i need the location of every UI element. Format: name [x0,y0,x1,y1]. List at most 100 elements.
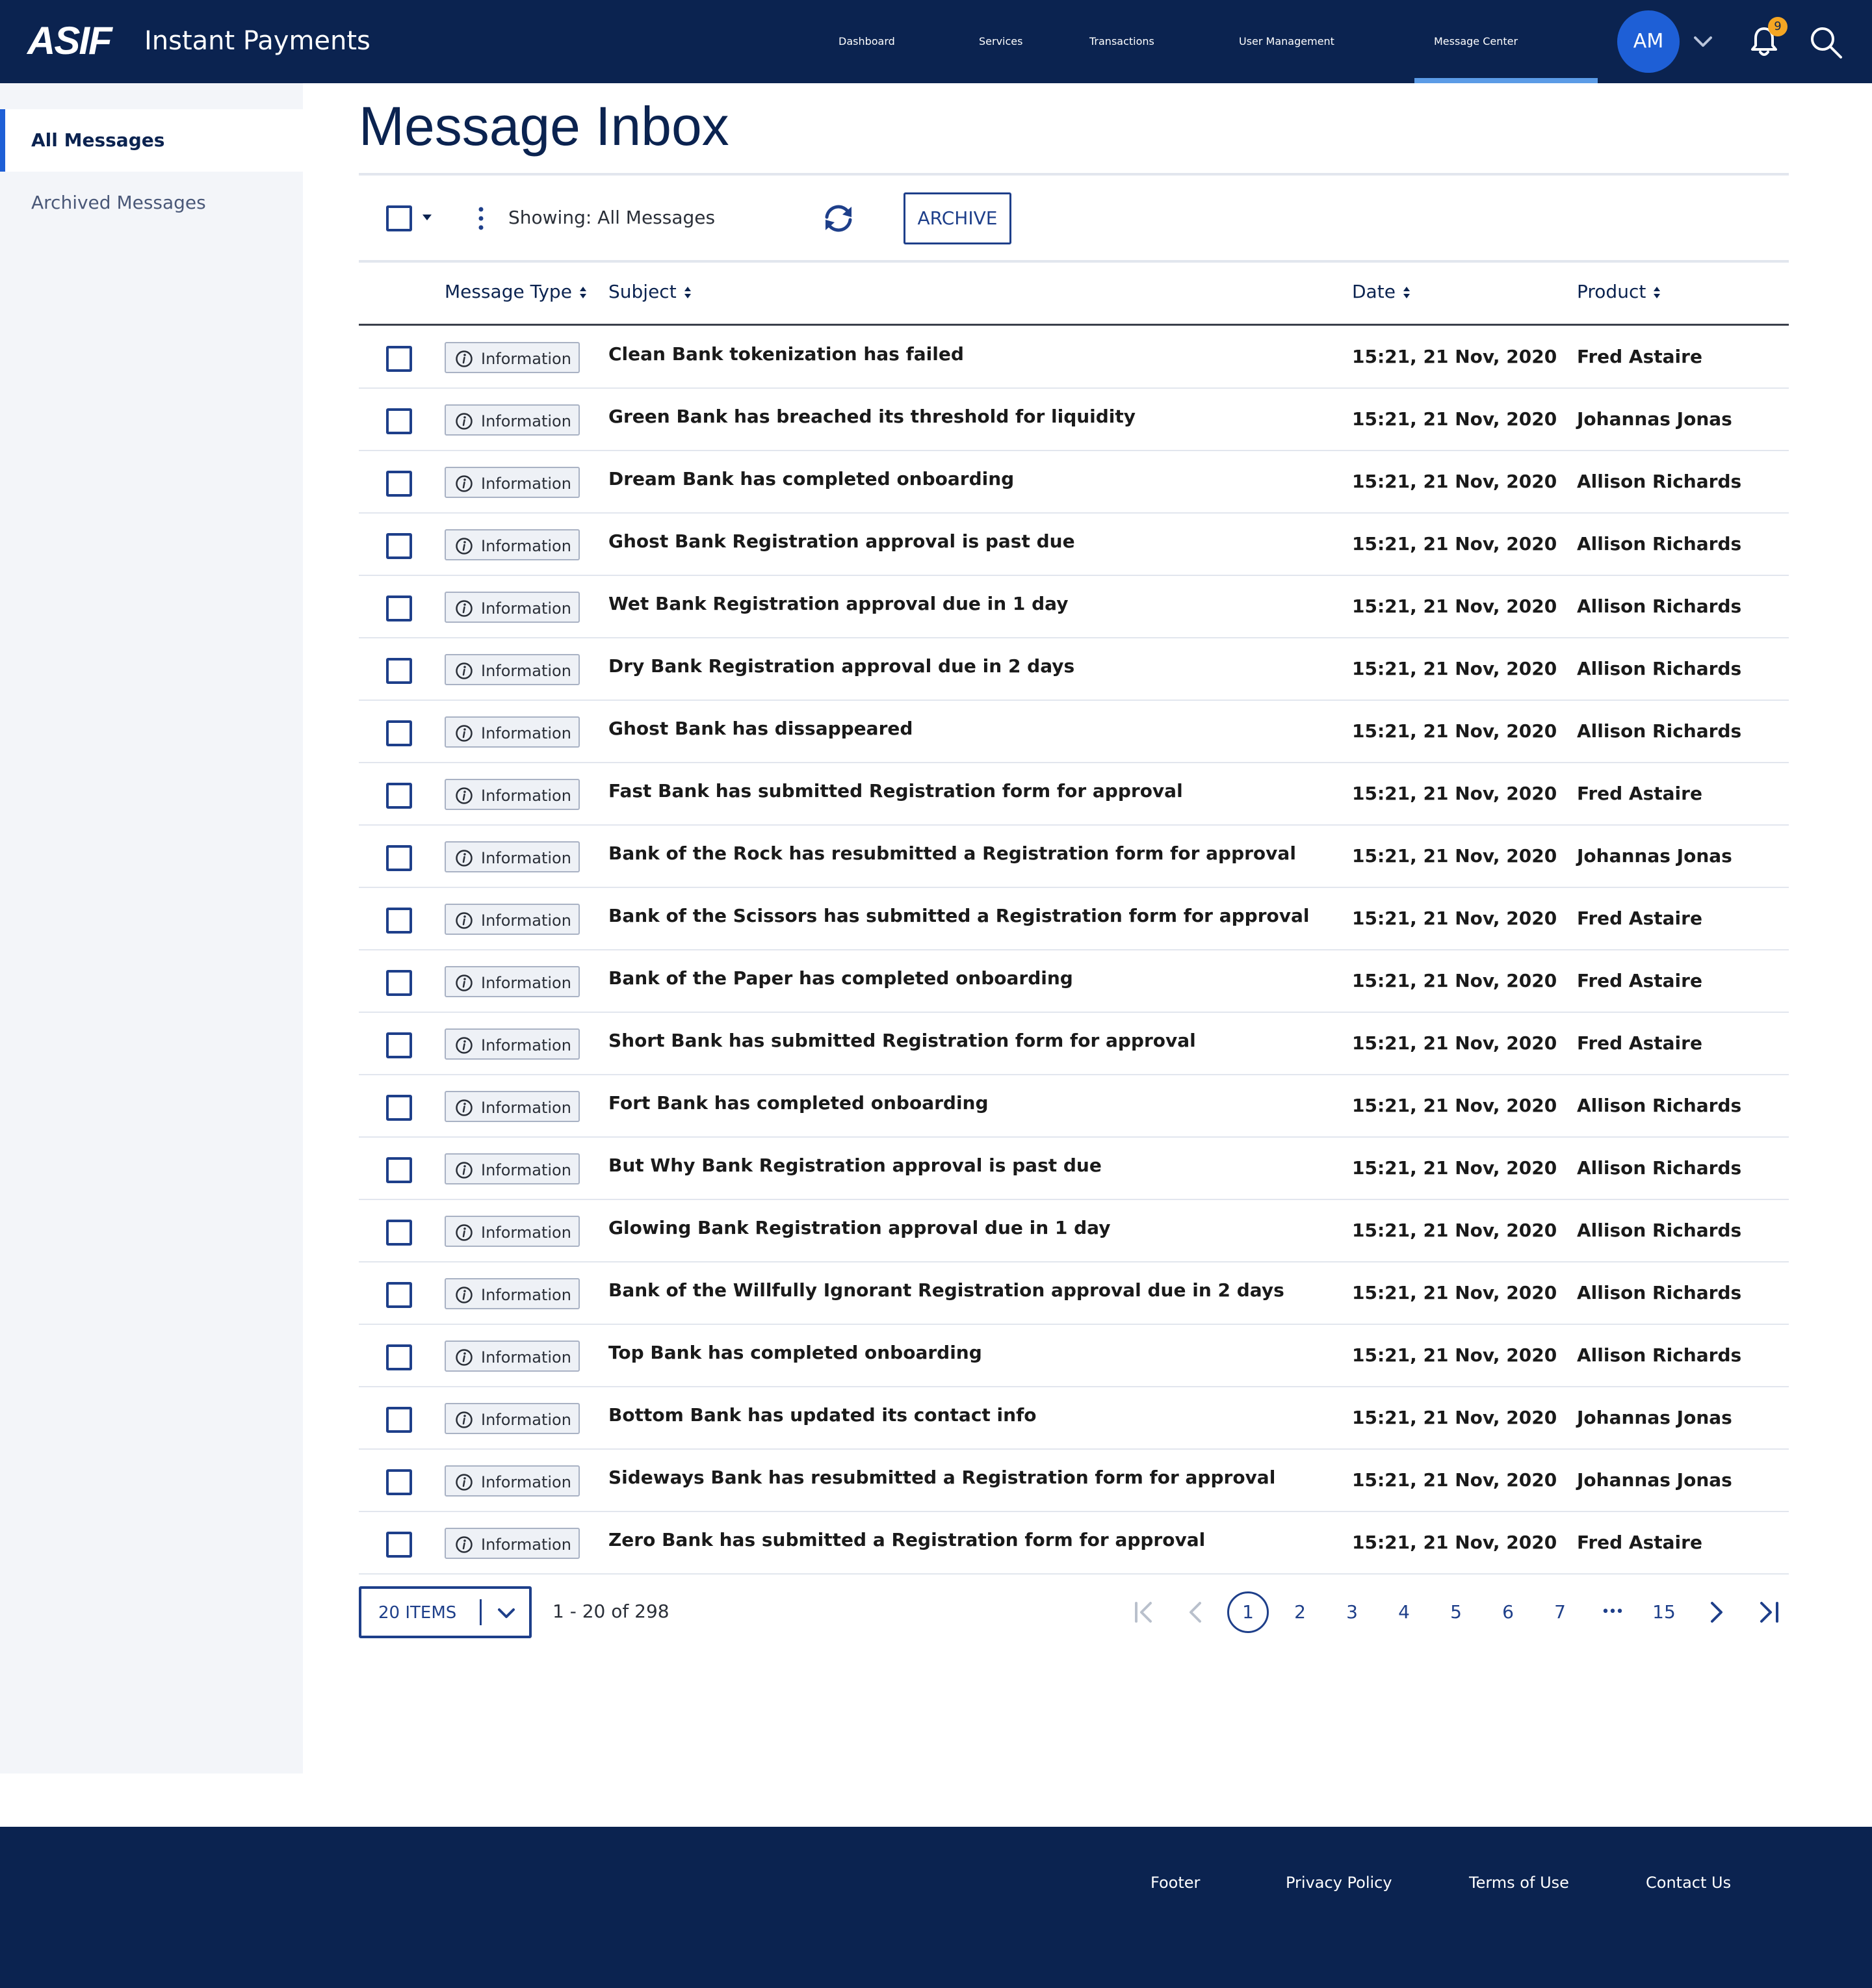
row-checkbox[interactable] [386,346,412,372]
message-subject[interactable]: Zero Bank has submitted a Registration f… [608,1529,1205,1550]
message-subject[interactable]: Top Bank has completed onboarding [608,1342,982,1363]
row-checkbox[interactable] [386,908,412,934]
message-subject[interactable]: Clean Bank tokenization has failed [608,343,964,365]
table-row[interactable]: Information Wet Bank Registration approva… [359,576,1789,638]
table-row[interactable]: Information Glowing Bank Registration app… [359,1200,1789,1262]
row-checkbox[interactable] [386,1344,412,1370]
search-icon[interactable] [1808,25,1843,60]
table-row[interactable]: Information Zero Bank has submitted a Reg… [359,1512,1789,1575]
user-avatar[interactable]: AM [1617,10,1680,73]
page-7-button[interactable]: 7 [1539,1591,1581,1633]
table-row[interactable]: Information Green Bank has breached its t… [359,389,1789,451]
chevron-down-icon[interactable] [495,1602,517,1624]
select-all-checkbox[interactable] [386,205,412,231]
table-row[interactable]: Information Bank of the Rock has resubmit… [359,826,1789,888]
row-checkbox[interactable] [386,1469,412,1495]
sidebar-item-archived-messages[interactable]: Archived Messages [0,172,303,234]
table-row[interactable]: Information Fast Bank has submitted Regis… [359,763,1789,826]
row-checkbox[interactable] [386,471,412,497]
row-checkbox[interactable] [386,783,412,809]
row-checkbox[interactable] [386,720,412,746]
row-checkbox[interactable] [386,845,412,871]
table-row[interactable]: Information But Why Bank Registration app… [359,1138,1789,1200]
row-checkbox[interactable] [386,1157,412,1183]
page-2-button[interactable]: 2 [1279,1591,1321,1633]
message-subject[interactable]: But Why Bank Registration approval is pa… [608,1155,1102,1176]
footer-link-terms-of-use[interactable]: Terms of Use [1469,1874,1569,1892]
row-checkbox[interactable] [386,1532,412,1558]
table-row[interactable]: Information Bank of the Willfully Ignoran… [359,1262,1789,1325]
nav-transactions[interactable]: Transactions [1089,0,1154,83]
nav-services[interactable]: Services [979,0,1022,83]
message-subject[interactable]: Fort Bank has completed onboarding [608,1092,989,1114]
row-checkbox[interactable] [386,1282,412,1308]
first-page-icon[interactable] [1128,1597,1160,1628]
row-checkbox[interactable] [386,1407,412,1433]
message-subject[interactable]: Sideways Bank has resubmitted a Registra… [608,1467,1275,1488]
chevron-down-icon[interactable] [1690,29,1716,55]
kebab-menu-icon[interactable] [478,207,484,230]
page-6-button[interactable]: 6 [1487,1591,1529,1633]
page-size-select[interactable]: 20 ITEMS [359,1586,532,1638]
row-checkbox[interactable] [386,1032,412,1058]
table-row[interactable]: Information Bottom Bank has updated its c… [359,1387,1789,1450]
footer-link-privacy-policy[interactable]: Privacy Policy [1286,1874,1392,1892]
message-subject[interactable]: Bottom Bank has updated its contact info [608,1404,1037,1426]
message-subject[interactable]: Fast Bank has submitted Registration for… [608,780,1183,802]
previous-page-icon[interactable] [1180,1597,1212,1628]
column-header-subject[interactable]: Subject [608,281,692,302]
page-4-button[interactable]: 4 [1383,1591,1425,1633]
message-type-badge: Information [445,1528,580,1559]
row-checkbox[interactable] [386,1220,412,1246]
table-row[interactable]: Information Sideways Bank has resubmitted… [359,1450,1789,1512]
table-row[interactable]: Information Bank of the Paper has complet… [359,950,1789,1013]
row-checkbox[interactable] [386,408,412,434]
page-15-button[interactable]: 15 [1643,1591,1685,1633]
message-subject[interactable]: Dream Bank has completed onboarding [608,468,1014,490]
next-page-icon[interactable] [1700,1597,1732,1628]
row-checkbox[interactable] [386,1095,412,1121]
footer-link-contact-us[interactable]: Contact Us [1646,1874,1731,1892]
table-row[interactable]: Information Ghost Bank has dissappeared 15… [359,701,1789,763]
page-1-button[interactable]: 1 [1227,1591,1269,1633]
select-menu-caret-icon[interactable] [422,215,432,220]
column-header-date[interactable]: Date [1352,281,1411,302]
row-checkbox[interactable] [386,658,412,684]
column-header-message-type[interactable]: Message Type [445,281,588,302]
message-subject[interactable]: Green Bank has breached its threshold fo… [608,406,1136,427]
message-subject[interactable]: Ghost Bank has dissappeared [608,718,913,739]
nav-dashboard[interactable]: Dashboard [838,0,895,83]
table-row[interactable]: Information Clean Bank tokenization has f… [359,326,1789,389]
message-subject[interactable]: Wet Bank Registration approval due in 1 … [608,593,1068,614]
message-subject[interactable]: Ghost Bank Registration approval is past… [608,530,1075,552]
sidebar-item-all-messages[interactable]: All Messages [0,109,303,172]
table-row[interactable]: Information Dry Bank Registration approva… [359,638,1789,701]
table-row[interactable]: Information Bank of the Scissors has subm… [359,888,1789,950]
message-subject[interactable]: Short Bank has submitted Registration fo… [608,1030,1196,1051]
page-5-button[interactable]: 5 [1435,1591,1477,1633]
message-subject[interactable]: Bank of the Paper has completed onboardi… [608,967,1073,989]
archive-button[interactable]: ARCHIVE [904,192,1011,244]
notification-badge: 9 [1768,17,1788,36]
message-subject[interactable]: Dry Bank Registration approval due in 2 … [608,655,1074,677]
message-subject[interactable]: Bank of the Scissors has submitted a Reg… [608,905,1310,926]
footer-link-footer[interactable]: Footer [1150,1874,1200,1892]
message-subject[interactable]: Bank of the Rock has resubmitted a Regis… [608,843,1296,864]
refresh-icon[interactable] [822,202,855,235]
nav-message-center[interactable]: Message Center [1434,0,1518,83]
table-row[interactable]: Information Ghost Bank Registration appro… [359,514,1789,576]
page-3-button[interactable]: 3 [1331,1591,1373,1633]
message-subject[interactable]: Glowing Bank Registration approval due i… [608,1217,1110,1238]
asif-logo[interactable]: ASIF [27,18,112,63]
last-page-icon[interactable] [1752,1597,1784,1628]
column-header-product[interactable]: Product [1577,281,1661,302]
table-row[interactable]: Information Dream Bank has completed onbo… [359,451,1789,514]
nav-user-management[interactable]: User Management [1239,0,1334,83]
row-checkbox[interactable] [386,533,412,559]
row-checkbox[interactable] [386,970,412,996]
table-row[interactable]: Information Top Bank has completed onboar… [359,1325,1789,1387]
table-row[interactable]: Information Short Bank has submitted Regi… [359,1013,1789,1075]
message-subject[interactable]: Bank of the Willfully Ignorant Registrat… [608,1279,1284,1301]
row-checkbox[interactable] [386,595,412,621]
table-row[interactable]: Information Fort Bank has completed onboa… [359,1075,1789,1138]
